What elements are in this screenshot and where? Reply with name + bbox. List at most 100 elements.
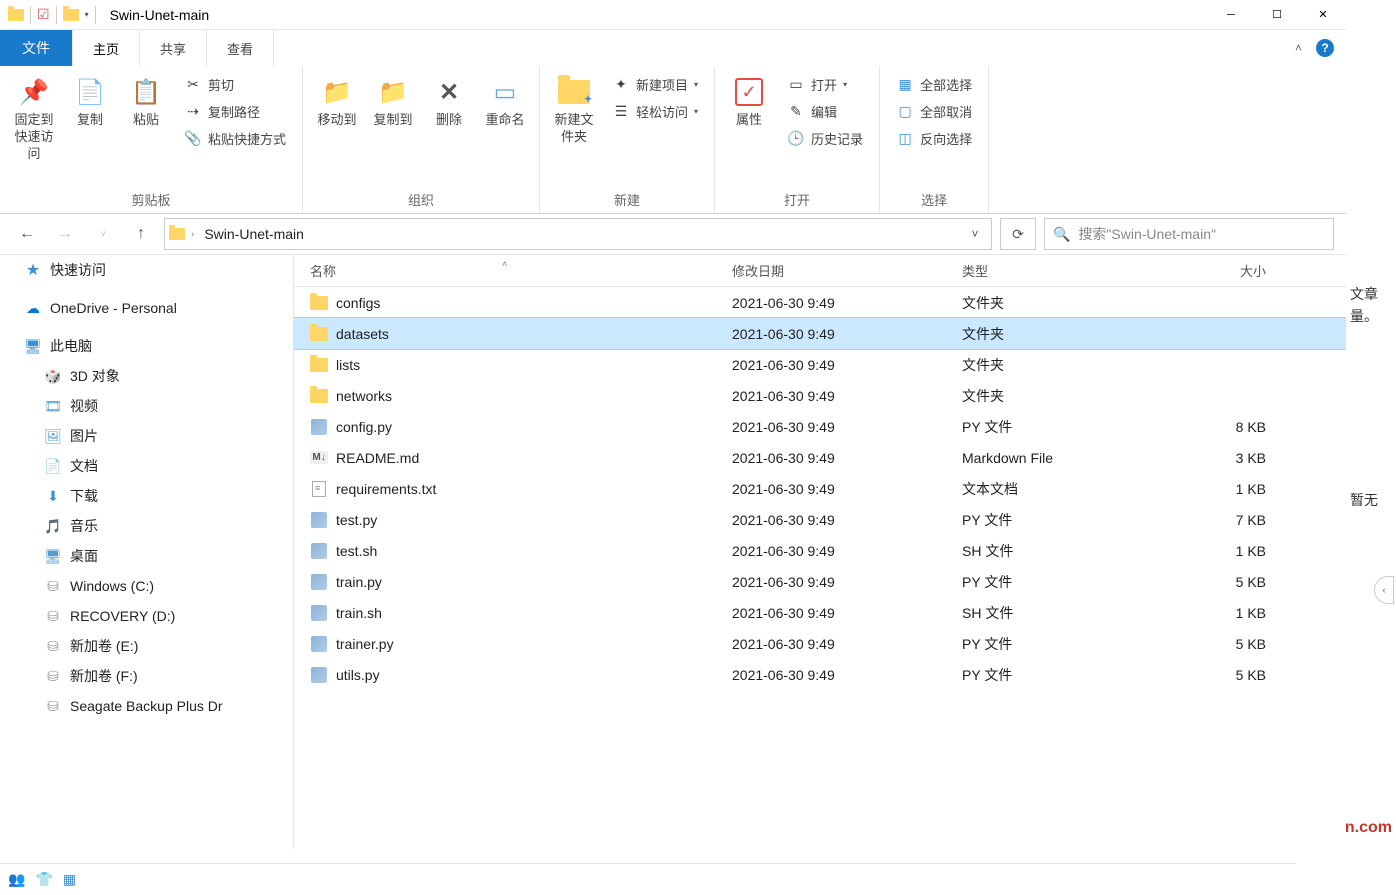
paste-shortcut-button[interactable]: 📎粘贴快捷方式 xyxy=(180,126,290,151)
forward-button[interactable]: → xyxy=(50,219,80,249)
breadcrumb-current[interactable]: Swin-Unet-main xyxy=(200,226,308,242)
rename-button[interactable]: ▭ 重命名 xyxy=(479,70,531,133)
sidebar-item[interactable]: 🎲3D 对象 xyxy=(0,361,293,391)
refresh-button[interactable]: ⟳ xyxy=(1000,218,1036,250)
file-row[interactable]: datasets 2021-06-30 9:49 文件夹 xyxy=(294,318,1346,349)
file-row[interactable]: utils.py 2021-06-30 9:49 PY 文件 5 KB xyxy=(294,659,1346,690)
file-name: configs xyxy=(336,295,380,311)
sidebar-item[interactable]: ⛁RECOVERY (D:) xyxy=(0,601,293,631)
minimize-button[interactable]: ─ xyxy=(1208,0,1254,30)
select-all-button[interactable]: ▦全部选择 xyxy=(892,72,976,97)
file-row[interactable]: trainer.py 2021-06-30 9:49 PY 文件 5 KB xyxy=(294,628,1346,659)
address-bar[interactable]: › Swin-Unet-main ˅ xyxy=(164,218,992,250)
star-icon: ★ xyxy=(24,261,42,279)
status-icon[interactable]: ▦ xyxy=(63,871,76,888)
file-name: trainer.py xyxy=(336,636,394,652)
pin-to-quick-access-button[interactable]: 📌 固定到快速访问 xyxy=(8,70,60,167)
ribbon-group-clipboard: 📌 固定到快速访问 📄 复制 📋 粘贴 ✂剪切 ⇢复制路径 📎粘贴快捷方式 剪贴 xyxy=(0,66,303,213)
status-icon[interactable]: 👥 xyxy=(8,871,25,888)
paste-button[interactable]: 📋 粘贴 xyxy=(120,70,172,133)
help-icon[interactable]: ? xyxy=(1316,39,1334,57)
file-row[interactable]: networks 2021-06-30 9:49 文件夹 xyxy=(294,380,1346,411)
new-item-button[interactable]: ✦新建项目 ▾ xyxy=(608,72,702,97)
new-folder-button[interactable]: 新建文件夹 xyxy=(548,70,600,150)
file-row[interactable]: train.sh 2021-06-30 9:49 SH 文件 1 KB xyxy=(294,597,1346,628)
copy-path-button[interactable]: ⇢复制路径 xyxy=(180,99,290,124)
select-none-icon: ▢ xyxy=(896,103,914,120)
tab-share[interactable]: 共享 xyxy=(140,30,207,66)
file-date: 2021-06-30 9:49 xyxy=(732,450,962,466)
watermark: Yuucn.com xyxy=(1346,819,1392,837)
delete-button[interactable]: ✕ 删除 xyxy=(423,70,475,133)
file-row[interactable]: lists 2021-06-30 9:49 文件夹 xyxy=(294,349,1346,380)
maximize-button[interactable]: ☐ xyxy=(1254,0,1300,30)
cut-button[interactable]: ✂剪切 xyxy=(180,72,290,97)
sidebar-item[interactable]: 🎵音乐 xyxy=(0,511,293,541)
navigation-pane[interactable]: ★ 快速访问 ☁ OneDrive - Personal 🖥 此电脑 🎲3D 对… xyxy=(0,255,294,849)
open-button[interactable]: ▭打开 ▾ xyxy=(783,72,867,97)
onedrive-icon: ☁ xyxy=(24,299,42,317)
file-date: 2021-06-30 9:49 xyxy=(732,636,962,652)
sidebar-item[interactable]: 🖼图片 xyxy=(0,421,293,451)
sidebar-item[interactable]: 📄文档 xyxy=(0,451,293,481)
qat-dropdown-icon[interactable]: ▾ xyxy=(85,10,89,19)
column-date[interactable]: 修改日期 xyxy=(732,261,962,280)
file-row[interactable]: test.sh 2021-06-30 9:49 SH 文件 1 KB xyxy=(294,535,1346,566)
back-button[interactable]: ← xyxy=(12,219,42,249)
tab-file[interactable]: 文件 xyxy=(0,30,73,66)
sidebar-item-onedrive[interactable]: ☁ OneDrive - Personal xyxy=(0,293,293,323)
tab-view[interactable]: 查看 xyxy=(207,30,274,66)
column-name[interactable]: 名称 ˄ xyxy=(302,261,732,280)
pictures-icon: 🖼 xyxy=(44,427,62,445)
properties-button[interactable]: ✓ 属性 xyxy=(723,70,775,133)
collapse-ribbon-icon[interactable]: ˄ xyxy=(1295,41,1302,55)
column-type[interactable]: 类型 xyxy=(962,261,1162,280)
sidebar-item[interactable]: 🖥桌面 xyxy=(0,541,293,571)
file-date: 2021-06-30 9:49 xyxy=(732,326,962,342)
sidebar-item-this-pc[interactable]: 🖥 此电脑 xyxy=(0,331,293,361)
sidebar-item-quick-access[interactable]: ★ 快速访问 xyxy=(0,255,293,285)
close-button[interactable]: ✕ xyxy=(1300,0,1346,30)
file-icon xyxy=(311,636,327,652)
file-size: 1 KB xyxy=(1162,481,1282,497)
chevron-right-icon[interactable]: › xyxy=(191,229,194,240)
chevron-down-icon: ▾ xyxy=(843,80,847,89)
file-date: 2021-06-30 9:49 xyxy=(732,388,962,404)
sidebar-item[interactable]: ⬇下载 xyxy=(0,481,293,511)
expand-arrow-icon[interactable]: ‹ xyxy=(1374,576,1394,604)
file-type: Markdown File xyxy=(962,450,1162,466)
sidebar-item[interactable]: ⛁新加卷 (F:) xyxy=(0,661,293,691)
chevron-down-icon: ▾ xyxy=(694,80,698,89)
file-row[interactable]: requirements.txt 2021-06-30 9:49 文本文档 1 … xyxy=(294,473,1346,504)
file-row[interactable]: configs 2021-06-30 9:49 文件夹 xyxy=(294,287,1346,318)
file-name: README.md xyxy=(336,450,419,466)
tab-home[interactable]: 主页 xyxy=(73,30,140,66)
history-button[interactable]: 🕒历史记录 xyxy=(783,126,867,151)
copy-button[interactable]: 📄 复制 xyxy=(64,70,116,133)
file-size: 5 KB xyxy=(1162,667,1282,683)
file-row[interactable]: train.py 2021-06-30 9:49 PY 文件 5 KB xyxy=(294,566,1346,597)
file-row[interactable]: M↓README.md 2021-06-30 9:49 Markdown Fil… xyxy=(294,442,1346,473)
easy-access-button[interactable]: ☰轻松访问 ▾ xyxy=(608,99,702,124)
sidebar-item[interactable]: 🎞视频 xyxy=(0,391,293,421)
select-all-icon: ▦ xyxy=(896,76,914,93)
invert-selection-button[interactable]: ◫反向选择 xyxy=(892,126,976,151)
file-size: 5 KB xyxy=(1162,636,1282,652)
address-dropdown-icon[interactable]: ˅ xyxy=(963,227,987,241)
file-type: SH 文件 xyxy=(962,603,1162,623)
properties-icon[interactable]: ☑ xyxy=(37,6,50,23)
up-button[interactable]: ↑ xyxy=(126,219,156,249)
select-none-button[interactable]: ▢全部取消 xyxy=(892,99,976,124)
recent-locations-button[interactable]: ˅ xyxy=(88,219,118,249)
search-input[interactable]: 🔍 搜索"Swin-Unet-main" xyxy=(1044,218,1334,250)
sidebar-item[interactable]: ⛁Seagate Backup Plus Dr xyxy=(0,691,293,721)
status-icon[interactable]: 👕 xyxy=(35,871,52,888)
sidebar-item[interactable]: ⛁Windows (C:) xyxy=(0,571,293,601)
move-to-button[interactable]: 📁 移动到 xyxy=(311,70,363,133)
file-row[interactable]: config.py 2021-06-30 9:49 PY 文件 8 KB xyxy=(294,411,1346,442)
file-row[interactable]: test.py 2021-06-30 9:49 PY 文件 7 KB xyxy=(294,504,1346,535)
edit-button[interactable]: ✎编辑 xyxy=(783,99,867,124)
column-size[interactable]: 大小 xyxy=(1162,261,1282,280)
sidebar-item[interactable]: ⛁新加卷 (E:) xyxy=(0,631,293,661)
copy-to-button[interactable]: 📁 复制到 xyxy=(367,70,419,133)
